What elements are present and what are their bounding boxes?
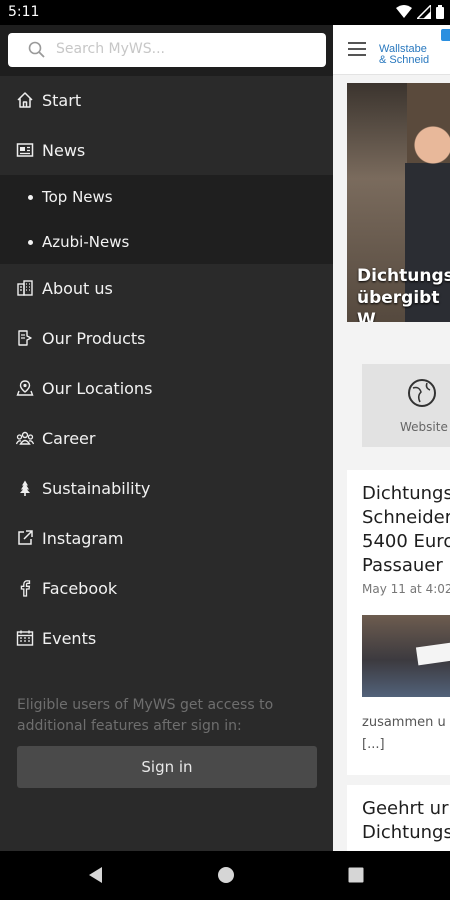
website-card[interactable]: Website [362, 364, 450, 447]
facebook-icon [20, 580, 31, 597]
nav-item-label: Facebook [42, 579, 118, 598]
news-submenu: Top News Azubi-News [0, 175, 333, 264]
nav-item-facebook[interactable]: Facebook [0, 564, 333, 614]
navigation-drawer: Search MyWS... Start News Top News Azubi… [0, 25, 333, 851]
globe-icon [408, 379, 436, 407]
nav-item-label: Our Products [42, 329, 146, 348]
signal-icon [417, 5, 431, 19]
nav-item-our-locations[interactable]: Our Locations [0, 364, 333, 414]
sub-item-label: Azubi-News [42, 233, 130, 251]
cheque-graphic [415, 642, 450, 666]
nav-item-label: Our Locations [42, 379, 153, 398]
nav-item-label: Events [42, 629, 97, 648]
bullet-icon [28, 240, 33, 245]
article-card[interactable]: Dichtungs Schneider 5400 Euro Passauer M… [347, 470, 450, 775]
article-card-2[interactable]: Geehrt ur Dichtungs [347, 785, 450, 851]
brand-logo[interactable]: Wallstabe & Schneid [379, 44, 429, 66]
newspaper-icon [16, 143, 34, 157]
bullet-icon [28, 195, 33, 200]
nav-item-label: About us [42, 279, 113, 298]
nav-item-our-products[interactable]: Our Products [0, 314, 333, 364]
tree-icon [20, 480, 30, 496]
nav-item-news[interactable]: News [0, 126, 333, 176]
external-link-icon [18, 530, 33, 545]
website-label: Website [400, 420, 448, 434]
article-date: May 11 at 4:02 [362, 582, 450, 596]
people-icon [16, 431, 34, 445]
building-icon [17, 280, 33, 296]
nav-item-career[interactable]: Career [0, 414, 333, 464]
home-icon [17, 92, 33, 108]
nav-item-label: Sustainability [42, 479, 151, 498]
sub-item-azubi-news[interactable]: Azubi-News [0, 220, 333, 264]
search-bar: Search MyWS... [0, 25, 333, 76]
system-navigation-bar [0, 851, 450, 900]
calendar-icon [16, 630, 34, 646]
hero-banner[interactable]: Dichtungs übergibt W [347, 83, 450, 322]
nav-item-start[interactable]: Start [0, 76, 333, 126]
recents-icon[interactable] [347, 865, 365, 885]
nav-item-events[interactable]: Events [0, 614, 333, 664]
article-excerpt: zusammen u [...] [362, 715, 446, 752]
app-top-bar: Wallstabe & Schneid [333, 25, 450, 75]
nav-item-label: Career [42, 429, 96, 448]
hamburger-menu-icon[interactable] [348, 42, 366, 56]
status-bar: 5:11 [0, 0, 450, 25]
nav-item-label: Start [42, 91, 82, 110]
battery-icon [436, 5, 444, 19]
wifi-icon [396, 5, 412, 18]
nav-item-label: Instagram [42, 529, 124, 548]
search-placeholder: Search MyWS... [56, 41, 165, 57]
nav-item-sustainability[interactable]: Sustainability [0, 464, 333, 514]
background-app: Wallstabe & Schneid Dichtungs übergibt W… [333, 25, 450, 851]
article-image [362, 615, 450, 697]
article-title-2: Geehrt ur Dichtungs [362, 798, 450, 843]
search-icon [28, 41, 45, 58]
status-icons [396, 5, 444, 19]
back-icon[interactable] [86, 865, 104, 885]
nav-item-label: News [42, 141, 86, 160]
signin-note: Eligible users of MyWS get access to add… [17, 697, 274, 734]
nav-item-instagram[interactable]: Instagram [0, 514, 333, 564]
article-title: Dichtungs Schneider 5400 Euro Passauer [362, 483, 450, 576]
home-button-icon[interactable] [217, 865, 235, 885]
sign-in-button[interactable]: Sign in [17, 746, 317, 788]
sub-item-top-news[interactable]: Top News [0, 175, 333, 219]
brand-badge [441, 29, 450, 41]
search-input[interactable]: Search MyWS... [8, 33, 326, 67]
status-time: 5:11 [8, 4, 40, 20]
hero-caption: Dichtungs übergibt W [357, 266, 450, 322]
product-tag-icon [18, 330, 32, 346]
sub-item-label: Top News [42, 188, 113, 206]
location-icon [16, 380, 34, 396]
nav-item-about-us[interactable]: About us [0, 264, 333, 314]
